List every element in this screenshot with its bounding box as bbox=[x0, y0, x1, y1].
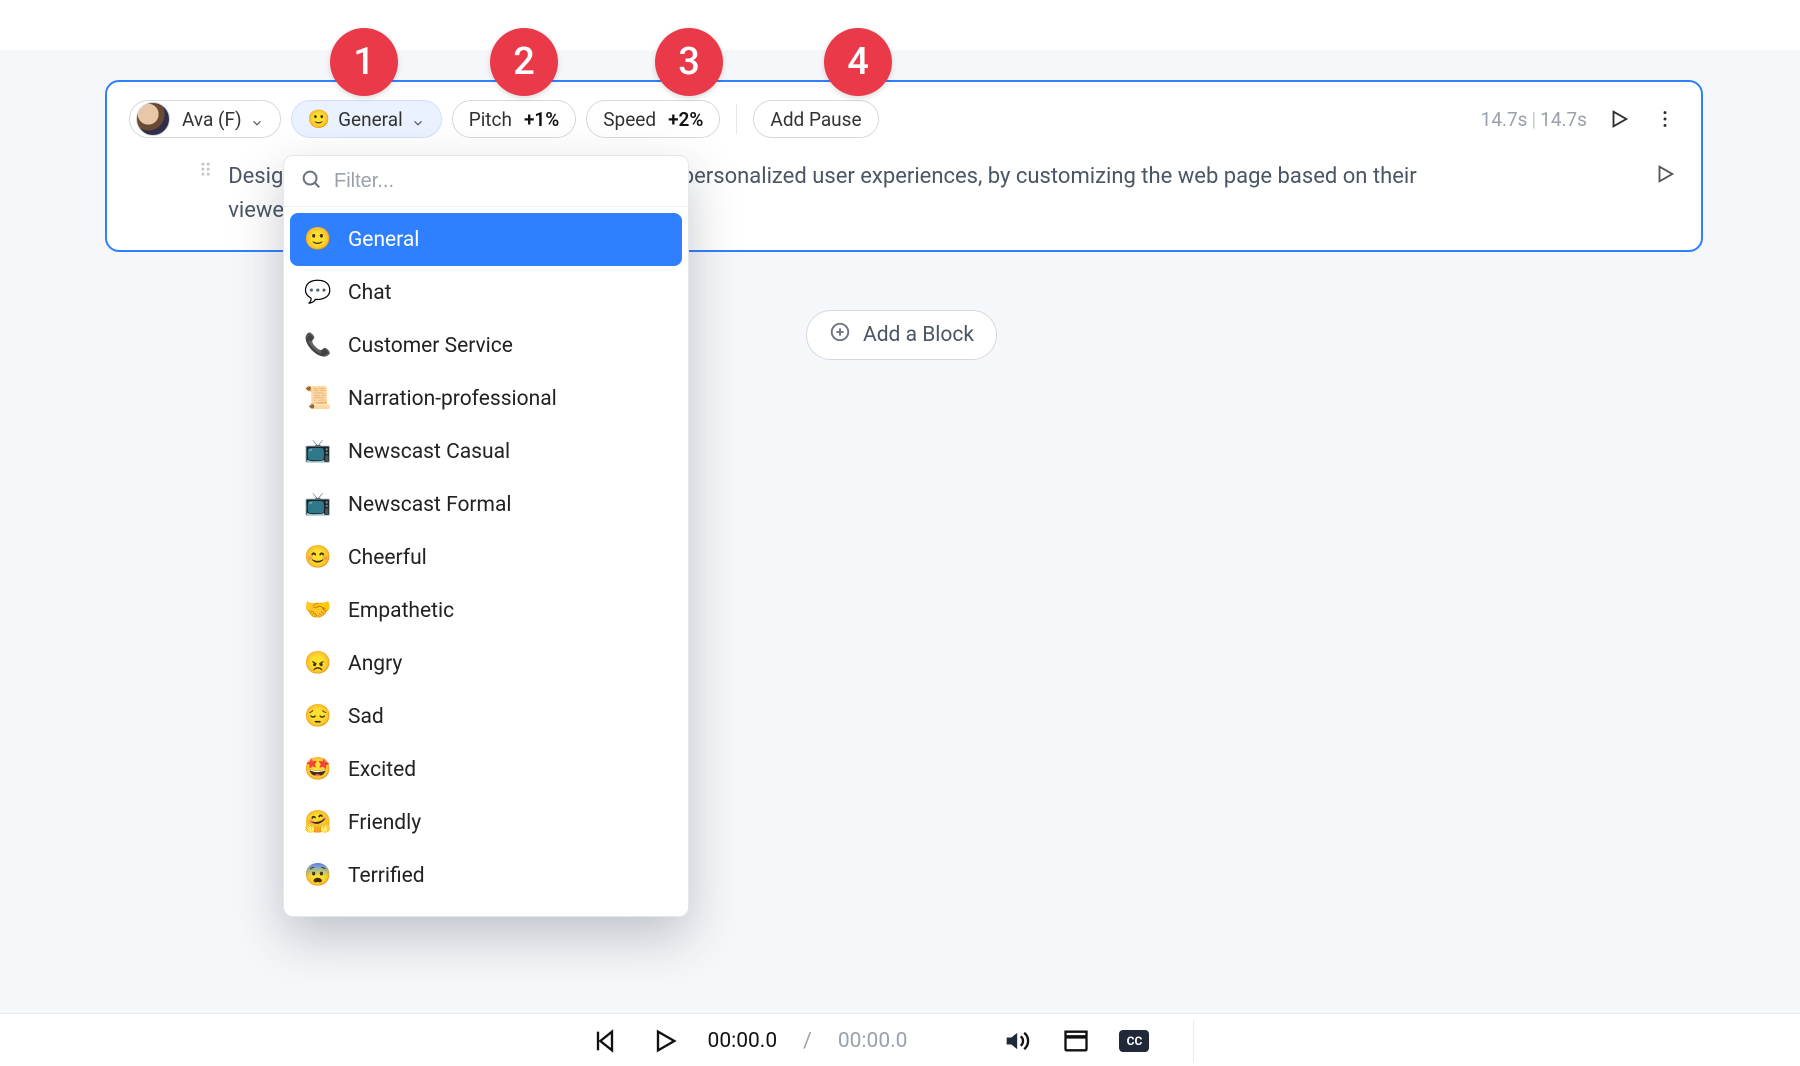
style-option-icon: 😠 bbox=[304, 651, 330, 676]
add-pause-button[interactable]: Add Pause bbox=[753, 100, 878, 138]
style-option-icon: 🙂 bbox=[304, 227, 330, 252]
callout-1: 1 bbox=[330, 28, 398, 96]
style-option-label: Terrified bbox=[348, 864, 425, 888]
speed-label: Speed bbox=[603, 108, 656, 131]
style-option-icon: 📺 bbox=[304, 492, 330, 517]
style-option-label: Newscast Formal bbox=[348, 493, 512, 517]
style-option[interactable]: 💬 Chat bbox=[290, 266, 682, 319]
pitch-label: Pitch bbox=[469, 108, 512, 131]
style-option[interactable]: 📺 Newscast Formal bbox=[290, 478, 682, 531]
style-option-icon: 🤩 bbox=[304, 757, 330, 782]
style-option[interactable]: 😨 Terrified bbox=[290, 849, 682, 902]
block-more-button[interactable] bbox=[1651, 105, 1679, 133]
dropdown-list[interactable]: 🙂 General 💬 Chat 📞 Customer Service 📜 Narration… bbox=[284, 207, 688, 916]
style-option[interactable]: 🤝 Empathetic bbox=[290, 584, 682, 637]
divider bbox=[1193, 1020, 1194, 1062]
plus-circle-icon bbox=[829, 321, 851, 349]
style-option-label: Sad bbox=[348, 705, 384, 729]
style-option-icon: 💬 bbox=[304, 280, 330, 305]
voice-selector[interactable]: Ava (F) bbox=[129, 100, 281, 138]
style-option[interactable]: 😊 Cheerful bbox=[290, 531, 682, 584]
time-duration: 00:00.0 bbox=[838, 1029, 908, 1053]
callout-4: 4 bbox=[824, 28, 892, 96]
style-option-label: Excited bbox=[348, 758, 416, 782]
style-option-label: Customer Service bbox=[348, 334, 513, 358]
style-option-icon: 📞 bbox=[304, 333, 330, 358]
style-option[interactable]: 📜 Narration-professional bbox=[290, 372, 682, 425]
pitch-value: +1% bbox=[524, 108, 559, 131]
style-selector[interactable]: 🙂 General bbox=[291, 100, 442, 138]
speed-control[interactable]: Speed +2% bbox=[586, 100, 720, 138]
style-option[interactable]: 🤗 Friendly bbox=[290, 796, 682, 849]
style-option-icon: 📺 bbox=[304, 439, 330, 464]
callout-3: 3 bbox=[655, 28, 723, 96]
callout-2: 2 bbox=[490, 28, 558, 96]
style-option-label: Angry bbox=[348, 652, 402, 676]
dropdown-search bbox=[284, 156, 688, 207]
style-dropdown: 🙂 General 💬 Chat 📞 Customer Service 📜 Narration… bbox=[283, 155, 689, 917]
style-option[interactable]: 🤩 Excited bbox=[290, 743, 682, 796]
style-option[interactable]: 😠 Angry bbox=[290, 637, 682, 690]
style-emoji-icon: 🙂 bbox=[308, 109, 330, 130]
time-current: 00:00.0 bbox=[708, 1029, 778, 1053]
style-option-label: Newscast Casual bbox=[348, 440, 510, 464]
drag-handle-icon[interactable]: ⠿ bbox=[199, 166, 214, 178]
style-option-icon: 😊 bbox=[304, 545, 330, 570]
style-option-label: Empathetic bbox=[348, 599, 454, 623]
style-option-label: Chat bbox=[348, 281, 392, 305]
style-option[interactable]: 📞 Customer Service bbox=[290, 319, 682, 372]
chevron-down-icon bbox=[250, 112, 264, 126]
style-option-icon: 🤝 bbox=[304, 598, 330, 623]
divider bbox=[736, 104, 737, 134]
player-bar: 00:00.0 / 00:00.0 CC bbox=[0, 1013, 1800, 1066]
style-option-label: Cheerful bbox=[348, 546, 427, 570]
voice-name: Ava (F) bbox=[182, 108, 242, 131]
search-icon bbox=[300, 168, 322, 194]
speed-value: +2% bbox=[668, 108, 703, 131]
chevron-down-icon bbox=[411, 112, 425, 126]
style-option-label: Friendly bbox=[348, 811, 421, 835]
style-option[interactable]: 😔 Sad bbox=[290, 690, 682, 743]
play-line-button[interactable] bbox=[1651, 160, 1679, 188]
style-option-icon: 😔 bbox=[304, 704, 330, 729]
style-option-label: General bbox=[348, 228, 419, 252]
time-readout: 14.7s|14.7s bbox=[1481, 108, 1587, 131]
style-option-icon: 😨 bbox=[304, 863, 330, 888]
play-block-button[interactable] bbox=[1605, 105, 1633, 133]
avatar bbox=[136, 102, 170, 136]
style-option[interactable]: 🙂 General bbox=[290, 213, 682, 266]
clapper-icon[interactable] bbox=[1059, 1024, 1093, 1058]
cc-toggle[interactable]: CC bbox=[1119, 1030, 1149, 1052]
style-option-icon: 📜 bbox=[304, 386, 330, 411]
style-option[interactable]: 📺 Newscast Casual bbox=[290, 425, 682, 478]
pitch-control[interactable]: Pitch +1% bbox=[452, 100, 577, 138]
skip-back-button[interactable] bbox=[588, 1024, 622, 1058]
style-option-label: Narration-professional bbox=[348, 387, 557, 411]
volume-button[interactable] bbox=[999, 1024, 1033, 1058]
play-button[interactable] bbox=[648, 1024, 682, 1058]
dropdown-filter-input[interactable] bbox=[334, 170, 672, 193]
block-toolbar: Ava (F) 🙂 General Pitch +1% Speed +2% bbox=[129, 100, 1679, 138]
style-option-icon: 🤗 bbox=[304, 810, 330, 835]
style-label: General bbox=[338, 108, 403, 131]
add-block-button[interactable]: Add a Block bbox=[806, 310, 997, 360]
